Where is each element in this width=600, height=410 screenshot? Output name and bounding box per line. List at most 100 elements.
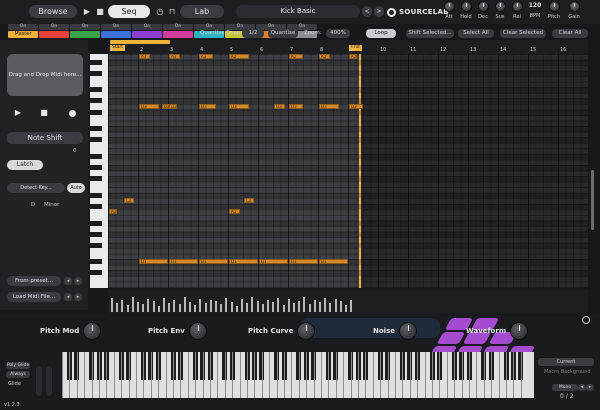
midi-note[interactable]: D1 [169, 259, 198, 265]
velocity-bar[interactable] [173, 300, 176, 312]
white-key[interactable] [506, 352, 507, 398]
prev-preset-button[interactable]: < [362, 6, 372, 17]
velocity-bar[interactable] [142, 304, 145, 312]
velocity-bar[interactable] [324, 298, 327, 312]
white-key[interactable] [150, 352, 152, 398]
glide-knob[interactable]: Glide [8, 381, 21, 387]
white-key[interactable] [313, 352, 315, 398]
velocity-bar[interactable] [246, 303, 249, 312]
black-key[interactable] [90, 153, 102, 159]
attack-knob[interactable]: Att [441, 1, 457, 20]
black-key[interactable] [90, 137, 102, 143]
midi-note[interactable]: D3 [229, 103, 249, 109]
white-key[interactable] [372, 352, 374, 398]
velocity-bar[interactable] [194, 305, 197, 312]
white-key[interactable] [328, 352, 330, 398]
white-key[interactable] [106, 352, 108, 398]
velocity-bar[interactable] [126, 305, 129, 312]
velocity-bar[interactable] [111, 298, 113, 312]
white-key[interactable] [469, 352, 470, 398]
white-key[interactable] [158, 352, 160, 398]
velocity-bar[interactable] [313, 300, 316, 312]
browse-tab[interactable]: Browse [29, 5, 77, 18]
midi-note[interactable]: D1 [229, 259, 258, 265]
track-color-slot[interactable] [101, 31, 131, 38]
midi-note[interactable]: A1 [229, 209, 240, 215]
settings-gear-icon[interactable] [582, 316, 590, 324]
white-key[interactable] [520, 352, 522, 398]
load-midi-file-button[interactable]: Load Midi File... [7, 292, 61, 302]
track-color-slot[interactable] [39, 31, 69, 38]
white-key[interactable] [69, 352, 71, 398]
white-key[interactable] [380, 352, 382, 398]
midi-note[interactable]: A1 [109, 209, 117, 215]
from-preset-next-button[interactable]: ▸ [74, 277, 82, 285]
waveform-control[interactable]: Waveform [466, 322, 529, 340]
piano-keyboard[interactable] [62, 352, 534, 398]
pitch-curve-knob[interactable] [297, 322, 316, 340]
select-all-button[interactable]: Select All [458, 29, 494, 38]
black-key[interactable] [90, 70, 102, 76]
track-on-toggle[interactable]: On [8, 24, 38, 30]
timeline-ruler[interactable]: Start End 1 2 3 4 5 6 7 8 9 10 11 12 13 14 15 16 [108, 40, 588, 54]
white-key[interactable] [417, 352, 419, 398]
white-key[interactable] [224, 352, 226, 398]
midi-note[interactable]: A2 [229, 54, 249, 59]
mono-next-button[interactable]: ▸ [586, 384, 594, 391]
black-key[interactable] [90, 220, 102, 226]
velocity-bar[interactable] [319, 302, 321, 312]
white-key[interactable] [402, 352, 404, 398]
velocity-bar[interactable] [293, 303, 295, 312]
black-key[interactable] [90, 231, 102, 237]
track-color-slot[interactable] [163, 31, 193, 38]
white-key[interactable] [254, 352, 256, 398]
velocity-bar[interactable] [339, 301, 342, 312]
velocity-bar[interactable] [225, 298, 228, 312]
sustain-knob[interactable]: Sus [492, 1, 508, 20]
white-key[interactable] [439, 352, 441, 398]
always-button[interactable]: Always [6, 371, 30, 378]
track-on-toggle[interactable]: On [101, 24, 131, 30]
white-key[interactable] [483, 352, 485, 398]
black-key[interactable] [90, 126, 102, 132]
zoom-dropdown[interactable]: 400% [326, 29, 350, 38]
pitch-env-knob[interactable] [188, 322, 207, 340]
velocity-bar[interactable] [152, 301, 155, 312]
black-key[interactable] [90, 203, 102, 209]
black-key[interactable] [90, 192, 102, 198]
mod-wheel[interactable] [46, 366, 52, 396]
noise-knob[interactable] [398, 322, 417, 340]
velocity-bar[interactable] [298, 301, 301, 312]
velocity-bar[interactable] [147, 299, 150, 312]
velocity-bar[interactable] [189, 302, 191, 312]
white-key[interactable] [210, 352, 211, 398]
velocity-bar[interactable] [199, 299, 202, 312]
white-key[interactable] [395, 352, 396, 398]
velocity-bar[interactable] [287, 299, 290, 312]
velocity-bar[interactable] [204, 303, 207, 312]
quantise-button[interactable]: Quantise [268, 29, 298, 38]
clear-all-button[interactable]: Clear All [552, 29, 588, 38]
play-icon[interactable]: ▶ [14, 109, 22, 117]
pitch-knob[interactable]: Pitch [546, 1, 562, 20]
auto-button[interactable]: Auto [67, 183, 85, 193]
midi-note[interactable]: D1 [259, 259, 288, 265]
lab-tab[interactable]: Lab [180, 5, 224, 18]
velocity-bar[interactable] [209, 300, 212, 312]
from-preset-button[interactable]: From preset... [7, 276, 61, 286]
clear-selected-button[interactable]: Clear Selected [500, 29, 546, 38]
velocity-bar[interactable] [350, 300, 353, 312]
midi-note[interactable]: D3 [319, 103, 339, 109]
midi-drop-zone[interactable]: Drag and Drop Midi here... [7, 54, 83, 96]
mono-dropdown[interactable]: Mono [552, 384, 578, 391]
poly-glide-button[interactable]: Poly Glide [6, 362, 30, 369]
white-key[interactable] [232, 352, 234, 398]
velocity-bar[interactable] [251, 297, 254, 312]
black-key[interactable] [90, 59, 102, 65]
midi-note[interactable]: D3 [349, 103, 363, 109]
velocity-bar[interactable] [334, 299, 337, 312]
pitch-mod-knob[interactable] [83, 322, 102, 340]
midi-note[interactable]: D3 [169, 103, 177, 109]
velocity-bar[interactable] [241, 299, 243, 312]
white-key[interactable] [217, 352, 219, 398]
